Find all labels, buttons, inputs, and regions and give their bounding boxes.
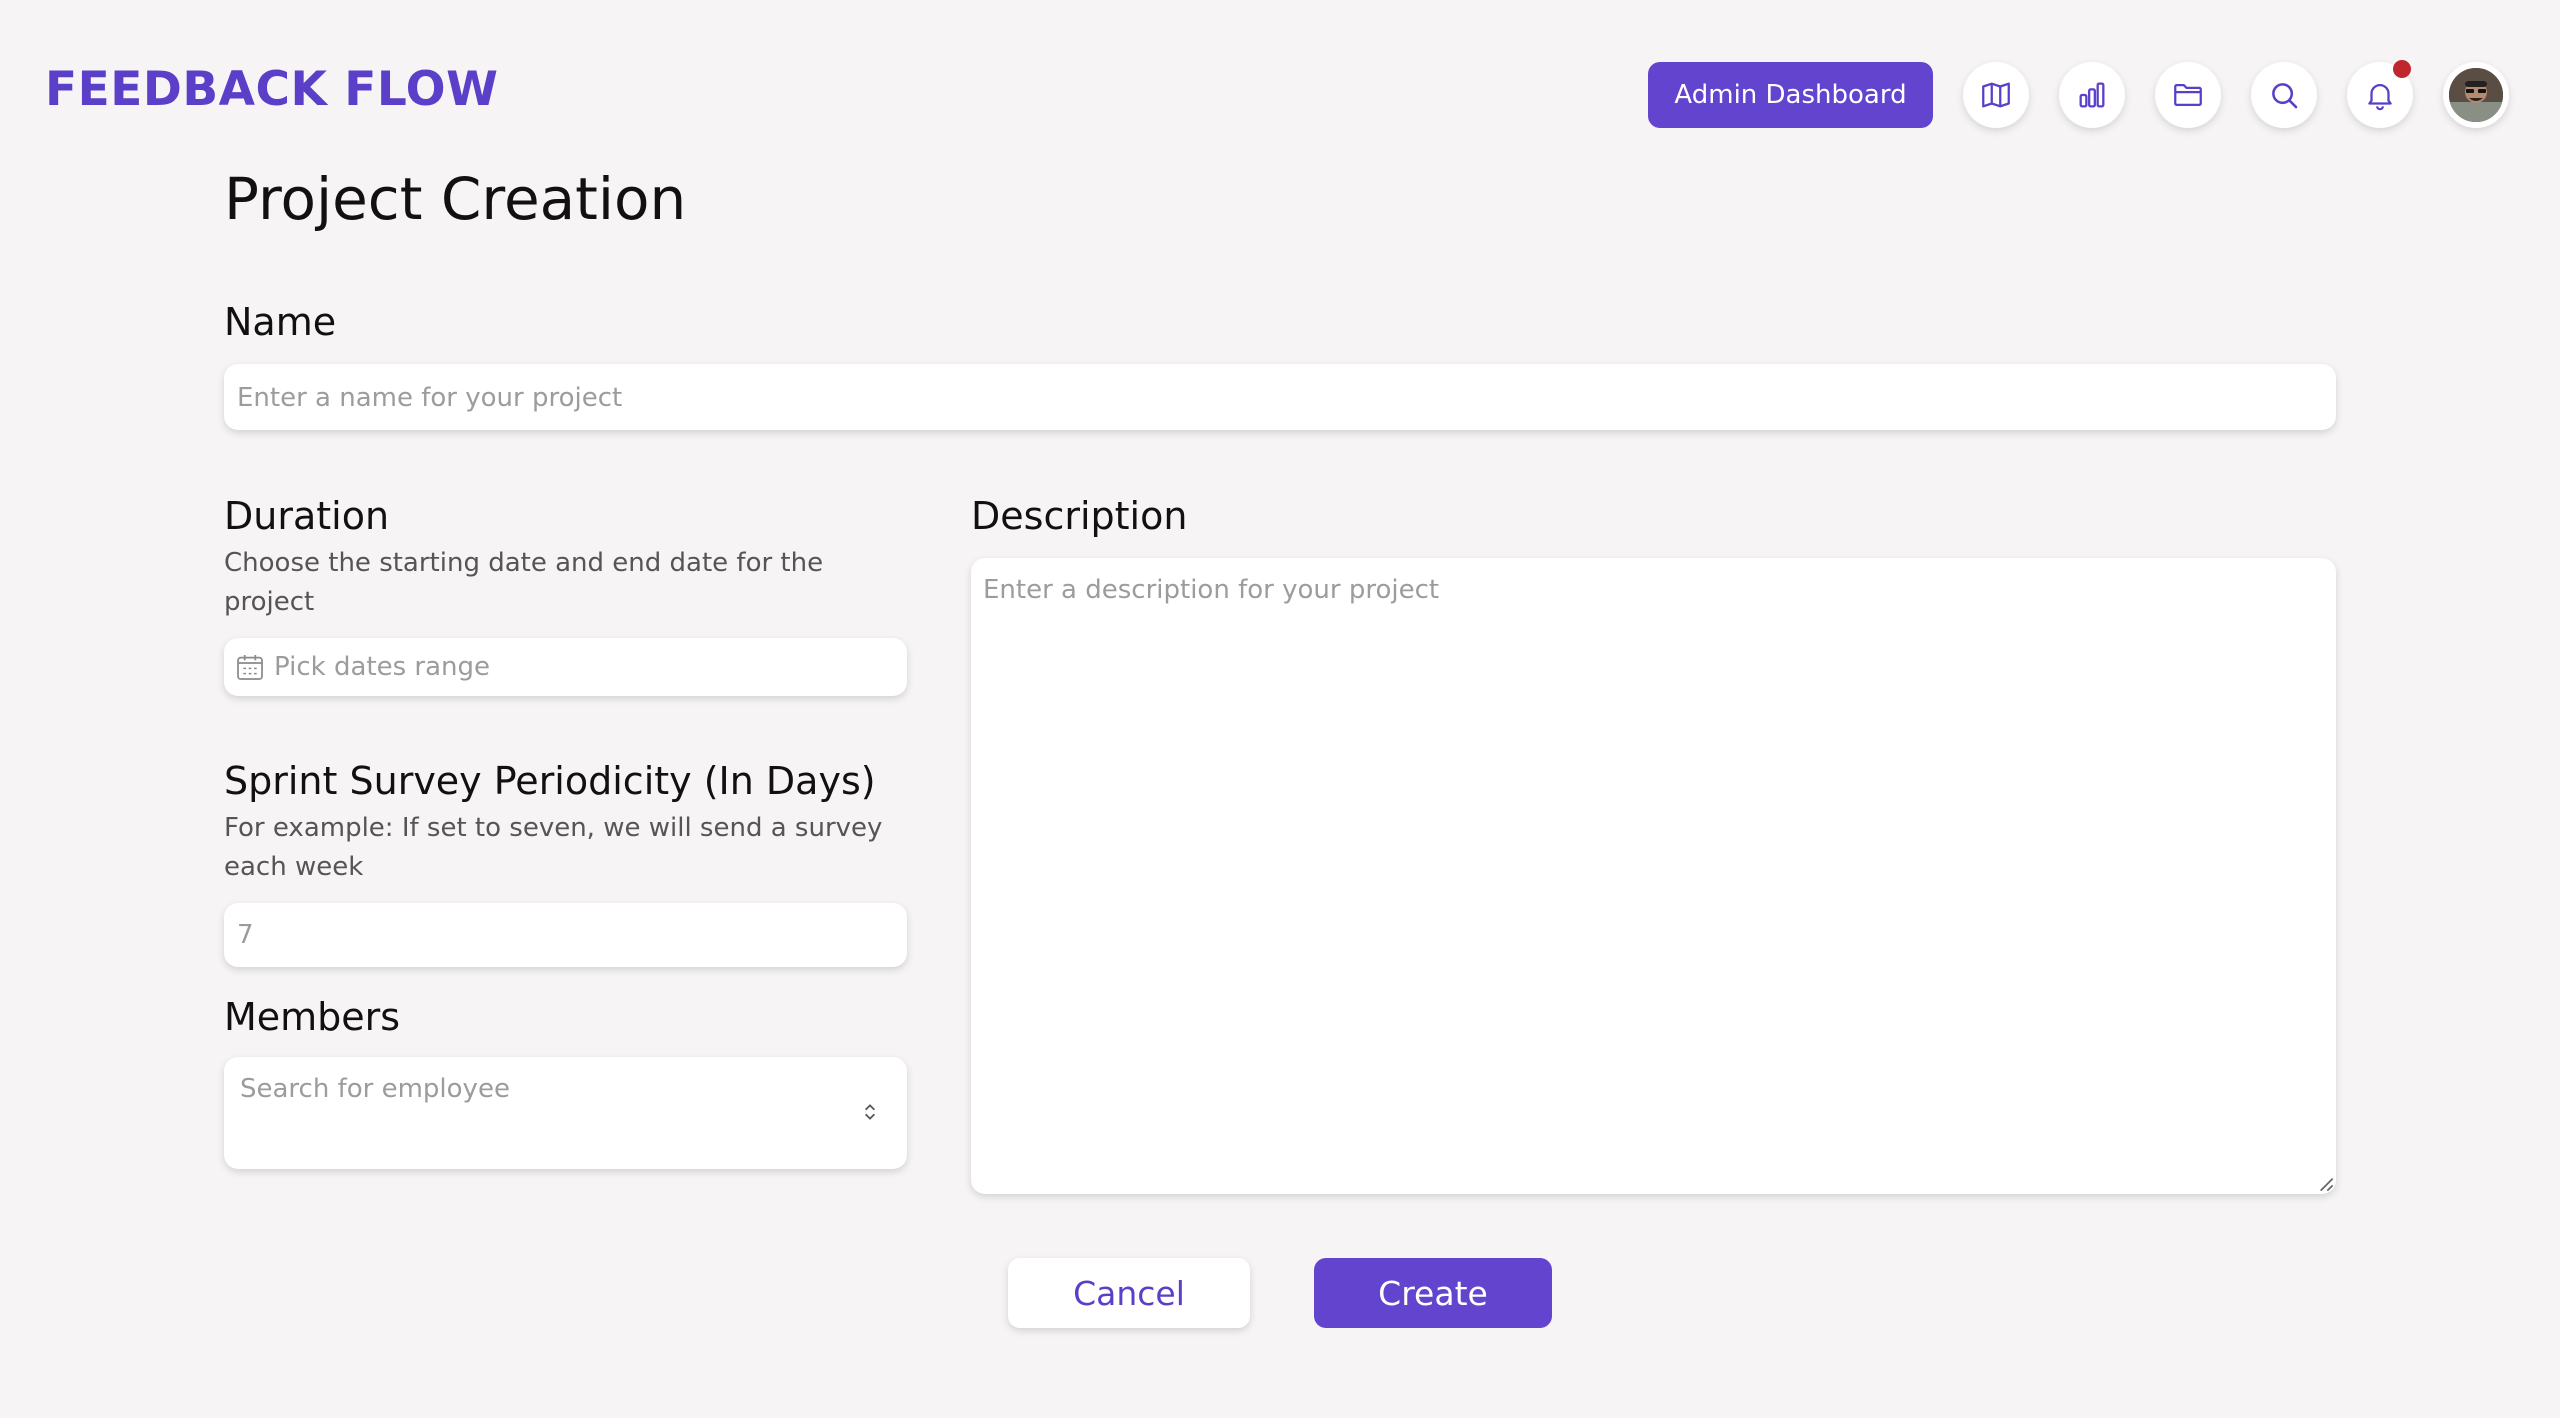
folder-icon	[2174, 83, 2202, 107]
cancel-button[interactable]: Cancel	[1008, 1258, 1250, 1328]
bar-chart-icon	[2079, 82, 2105, 108]
resize-handle-icon[interactable]	[2318, 1176, 2334, 1192]
user-photo-icon	[2449, 68, 2503, 122]
search-button[interactable]	[2251, 62, 2317, 128]
map-icon	[1982, 82, 2010, 108]
calendar-icon	[237, 655, 263, 680]
members-select[interactable]: Search for employee	[224, 1057, 907, 1169]
periodicity-placeholder: 7	[237, 920, 254, 950]
date-range-placeholder: Pick dates range	[274, 652, 490, 682]
periodicity-label: Sprint Survey Periodicity (In Days)	[224, 759, 876, 803]
page-title: Project Creation	[224, 165, 687, 233]
date-range-picker[interactable]: Pick dates range	[224, 638, 907, 696]
periodicity-hint: For example: If set to seven, we will se…	[224, 813, 883, 882]
description-label: Description	[971, 494, 1188, 538]
chevron-updown-icon	[864, 1104, 876, 1120]
page: FEEDBACK FLOW Admin Dashboard Project Cr…	[0, 0, 2560, 1418]
notification-badge	[2393, 60, 2411, 78]
bell-icon	[2368, 84, 2392, 111]
notifications-button[interactable]	[2347, 60, 2413, 128]
name-input[interactable]: Enter a name for your project	[224, 364, 2336, 430]
description-textarea[interactable]: Enter a description for your project	[971, 558, 2336, 1194]
periodicity-input[interactable]: 7	[224, 903, 907, 967]
duration-hint: Choose the starting date and end date fo…	[224, 548, 824, 617]
name-input-placeholder: Enter a name for your project	[237, 383, 623, 413]
admin-dashboard-button[interactable]: Admin Dashboard	[1648, 62, 1933, 128]
name-label: Name	[224, 300, 337, 344]
create-button[interactable]: Create	[1314, 1258, 1552, 1328]
search-icon	[2272, 83, 2298, 109]
analytics-button[interactable]	[2059, 62, 2125, 128]
app-logo[interactable]: FEEDBACK FLOW	[45, 62, 498, 117]
members-label: Members	[224, 995, 401, 1039]
projects-button[interactable]	[2155, 62, 2221, 128]
description-placeholder: Enter a description for your project	[983, 575, 1440, 605]
avatar-image	[2449, 68, 2503, 122]
map-button[interactable]	[1963, 62, 2029, 128]
members-placeholder: Search for employee	[240, 1074, 510, 1104]
user-avatar[interactable]	[2443, 62, 2509, 128]
duration-label: Duration	[224, 494, 390, 538]
